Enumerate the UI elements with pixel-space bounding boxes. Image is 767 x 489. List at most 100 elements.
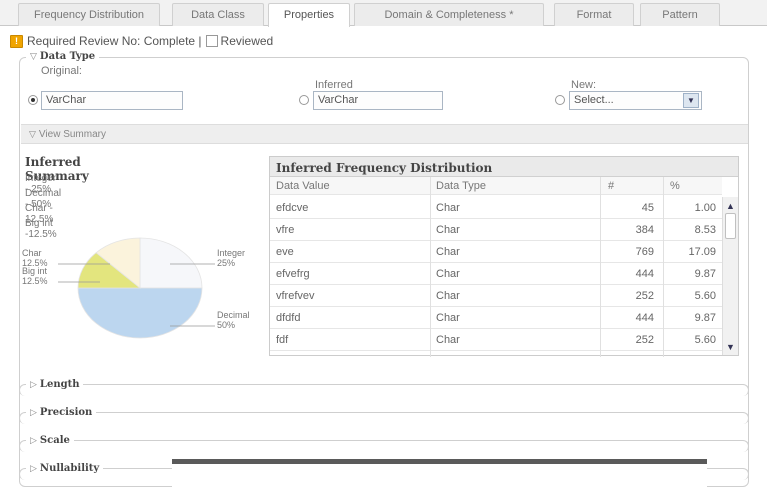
percent-cell: 8.53 bbox=[694, 224, 716, 236]
scale-title: Scale bbox=[39, 435, 70, 446]
pie-slice-label: Integer bbox=[217, 248, 245, 258]
percent-cell: 17.09 bbox=[688, 246, 716, 258]
original-radio[interactable] bbox=[28, 95, 38, 105]
chevron-right-icon: ▷ bbox=[30, 408, 37, 418]
scroll-up-icon[interactable]: ▲ bbox=[724, 199, 737, 212]
scale-section[interactable]: ▷ Scale bbox=[19, 435, 749, 452]
data-value-cell: fdf bbox=[276, 334, 289, 346]
precision-header[interactable]: ▷ Precision bbox=[26, 407, 97, 418]
column-header[interactable]: Data Value bbox=[276, 180, 330, 192]
warning-icon: ! bbox=[10, 34, 23, 48]
precision-title: Precision bbox=[39, 407, 93, 418]
length-section[interactable]: ▷ Length bbox=[19, 379, 749, 396]
scroll-thumb[interactable] bbox=[725, 213, 736, 239]
percent-cell: 1.00 bbox=[694, 202, 716, 214]
chevron-down-icon: ▽ bbox=[29, 129, 36, 139]
length-header[interactable]: ▷ Length bbox=[26, 379, 84, 390]
count-cell: 45 bbox=[641, 202, 654, 214]
table-row[interactable]: efdcve Char 45 1.00 bbox=[270, 197, 722, 219]
tab-format[interactable]: Format bbox=[554, 3, 634, 26]
data-type-cell: Char bbox=[436, 224, 460, 236]
data-value-cell: eve bbox=[276, 246, 294, 258]
pie-slice-percent: 50% bbox=[217, 320, 235, 330]
count-cell: 252 bbox=[635, 334, 654, 346]
chevron-right-icon: ▷ bbox=[30, 380, 37, 390]
data-type-cell: Char bbox=[436, 290, 460, 302]
data-type-title: Data Type bbox=[39, 51, 96, 62]
table-row[interactable]: eve Char 769 17.09 bbox=[270, 241, 722, 263]
pie-slice-percent: 12.5% bbox=[22, 276, 48, 286]
data-value-cell: vfrefvev bbox=[276, 290, 315, 302]
select-arrow-icon[interactable]: ▼ bbox=[683, 93, 699, 108]
tab-pattern[interactable]: Pattern bbox=[640, 3, 720, 26]
pie-slice-label: Char bbox=[22, 248, 42, 258]
count-cell: 769 bbox=[635, 246, 654, 258]
percent-cell: 9.87 bbox=[694, 268, 716, 280]
percent-cell: 5.60 bbox=[694, 334, 716, 346]
data-value-cell: dfdfd bbox=[276, 312, 301, 324]
reviewed-label: Reviewed bbox=[220, 34, 274, 48]
pie-slice-decimal bbox=[77, 287, 203, 339]
inferred-pie-chart: Char12.5%Big int12.5%Integer25%Decimal50… bbox=[22, 237, 250, 339]
data-value-cell: efvefrg bbox=[276, 268, 310, 280]
nullability-header[interactable]: ▷ Nullability bbox=[26, 463, 104, 474]
frequency-table-title: Inferred Frequency Distribution bbox=[270, 157, 738, 177]
data-value-cell: efdcve bbox=[276, 202, 309, 214]
tab-properties[interactable]: Properties bbox=[268, 3, 350, 27]
original-field: VarChar bbox=[41, 91, 183, 110]
column-header[interactable]: % bbox=[670, 180, 680, 192]
count-cell: 252 bbox=[635, 290, 654, 302]
tab-bar: Frequency Distribution Data Class Proper… bbox=[0, 0, 767, 27]
chevron-right-icon: ▷ bbox=[30, 464, 37, 474]
table-row[interactable]: efvefrg Char 444 9.87 bbox=[270, 263, 722, 285]
count-cell: 444 bbox=[635, 268, 654, 280]
original-label: Original: bbox=[41, 65, 82, 77]
new-label: New: bbox=[571, 79, 597, 91]
view-summary-label: View Summary bbox=[38, 129, 106, 140]
inferred-radio[interactable] bbox=[299, 95, 309, 105]
column-divider bbox=[600, 177, 601, 357]
pie-slice-integer bbox=[139, 237, 203, 289]
reviewed-checkbox[interactable] bbox=[205, 35, 218, 47]
column-header[interactable]: # bbox=[608, 180, 614, 192]
data-type-cell: Char bbox=[436, 334, 460, 346]
table-header-row: Data Value Data Type # % bbox=[270, 177, 722, 195]
frequency-table: Inferred Frequency Distribution Data Val… bbox=[269, 156, 739, 357]
percent-cell: 5.60 bbox=[694, 290, 716, 302]
column-divider bbox=[430, 177, 431, 357]
inferred-label: Inferred bbox=[315, 79, 353, 91]
count-cell: 384 bbox=[635, 224, 654, 236]
new-radio[interactable] bbox=[555, 95, 565, 105]
chevron-right-icon: ▷ bbox=[30, 436, 37, 446]
tab-domain-completeness[interactable]: Domain & Completeness * bbox=[354, 3, 544, 26]
data-type-cell: Char bbox=[436, 268, 460, 280]
tab-frequency-distribution[interactable]: Frequency Distribution bbox=[18, 3, 160, 26]
data-type-cell: Char bbox=[436, 202, 460, 214]
column-divider bbox=[663, 177, 664, 357]
scroll-down-icon[interactable]: ▼ bbox=[724, 340, 737, 353]
pie-slice-label: Decimal bbox=[217, 310, 250, 320]
scale-header[interactable]: ▷ Scale bbox=[26, 435, 74, 446]
percent-cell: 9.87 bbox=[694, 312, 716, 324]
pie-slice-percent: 25% bbox=[217, 258, 235, 268]
table-row[interactable]: vfrefvev Char 252 5.60 bbox=[270, 285, 722, 307]
column-header[interactable]: Data Type bbox=[436, 180, 486, 192]
precision-section[interactable]: ▷ Precision bbox=[19, 407, 749, 424]
overlay-panel bbox=[172, 459, 707, 489]
tab-data-class[interactable]: Data Class bbox=[172, 3, 264, 26]
inferred-field: VarChar bbox=[313, 91, 443, 110]
view-summary-toggle[interactable]: ▽ View Summary bbox=[21, 124, 748, 144]
data-type-cell: Char bbox=[436, 312, 460, 324]
table-row[interactable]: dfdfd Char 444 9.87 bbox=[270, 307, 722, 329]
data-type-header[interactable]: ▽ Data Type bbox=[26, 51, 100, 62]
table-row[interactable]: fdf Char 252 5.60 bbox=[270, 329, 722, 351]
count-cell: 444 bbox=[635, 312, 654, 324]
review-status-bar: ! Required Review No: Complete | Reviewe… bbox=[10, 33, 273, 49]
nullability-title: Nullability bbox=[39, 463, 100, 474]
data-type-cell: Char bbox=[436, 246, 460, 258]
table-scrollbar[interactable]: ▲ ▼ bbox=[722, 197, 738, 355]
table-row[interactable]: vfre Char 384 8.53 bbox=[270, 219, 722, 241]
chevron-down-icon: ▽ bbox=[30, 52, 37, 62]
data-value-cell: vfre bbox=[276, 224, 295, 236]
pie-slice-label: Big int bbox=[22, 266, 48, 276]
